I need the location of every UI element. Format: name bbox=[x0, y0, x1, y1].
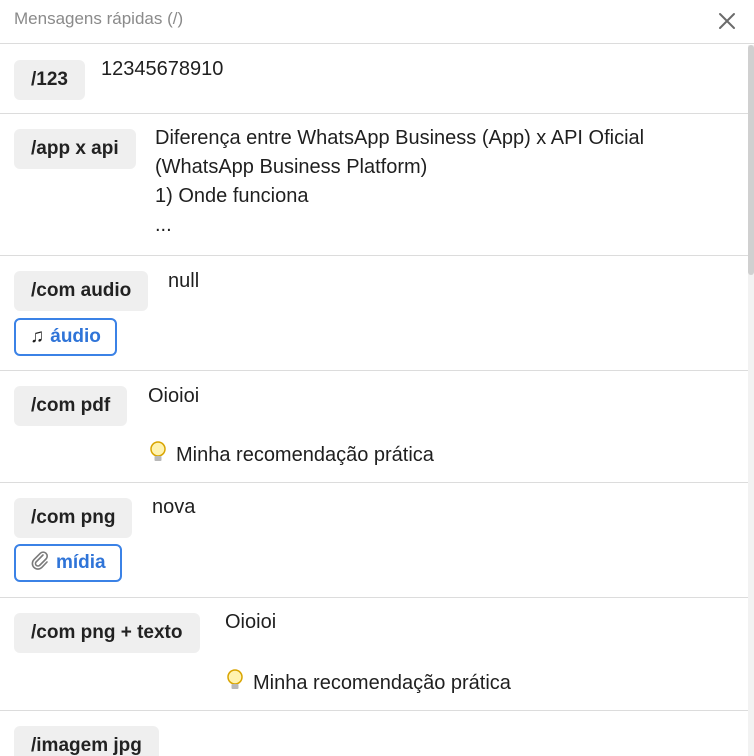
quick-message-item[interactable]: /com png + texto Oioioi Minha recomendaç… bbox=[0, 598, 748, 711]
hint-text: Minha recomendação prática bbox=[253, 671, 511, 694]
close-button[interactable] bbox=[712, 6, 742, 36]
quick-message-item[interactable]: /imagem jpg bbox=[0, 711, 748, 756]
message-hint: Minha recomendação prática bbox=[148, 440, 434, 470]
attachment-label: mídia bbox=[56, 552, 106, 573]
lightbulb-icon bbox=[148, 440, 168, 470]
lightbulb-icon bbox=[225, 668, 245, 698]
message-hint: Minha recomendação prática bbox=[225, 668, 511, 698]
panel-title: Mensagens rápidas (/) bbox=[14, 9, 184, 28]
quick-message-item[interactable]: /app x api Diferença entre WhatsApp Busi… bbox=[0, 114, 748, 256]
audio-attachment-tag[interactable]: ♫ áudio bbox=[14, 318, 117, 356]
quick-message-item[interactable]: /com png nova mídia bbox=[0, 483, 748, 598]
message-preview: Oioioi bbox=[148, 385, 200, 407]
quick-message-item[interactable]: /com audio null ♫ áudio bbox=[0, 256, 748, 371]
quick-messages-header: Mensagens rápidas (/) bbox=[0, 0, 754, 44]
message-preview: null bbox=[168, 270, 200, 292]
message-preview: 12345678910 bbox=[101, 58, 224, 80]
shortcut-chip: /imagem jpg bbox=[14, 726, 159, 756]
scrollbar-thumb[interactable] bbox=[748, 45, 754, 275]
shortcut-chip: /app x api bbox=[14, 129, 136, 169]
message-preview: Oioioi bbox=[225, 611, 277, 633]
paperclip-icon bbox=[30, 550, 50, 576]
message-preview: Diferença entre WhatsApp Business (App) … bbox=[155, 127, 645, 236]
music-note-icon: ♫ bbox=[30, 326, 45, 347]
shortcut-chip: /123 bbox=[14, 60, 85, 100]
shortcut-chip: /com audio bbox=[14, 271, 149, 311]
shortcut-chip: /com png + texto bbox=[14, 613, 200, 653]
quick-message-item[interactable]: /123 12345678910 bbox=[0, 45, 748, 114]
attachment-label: áudio bbox=[50, 326, 101, 347]
quick-messages-list: /123 12345678910 /app x api Diferença en… bbox=[0, 45, 748, 756]
shortcut-chip: /com pdf bbox=[14, 386, 128, 426]
message-preview: nova bbox=[152, 496, 196, 518]
media-attachment-tag[interactable]: mídia bbox=[14, 544, 122, 582]
hint-text: Minha recomendação prática bbox=[176, 443, 434, 466]
list-scrollbar[interactable] bbox=[748, 45, 754, 756]
close-icon bbox=[719, 13, 735, 29]
shortcut-chip: /com png bbox=[14, 498, 133, 538]
quick-message-item[interactable]: /com pdf Oioioi Minha recomendação práti… bbox=[0, 371, 748, 483]
